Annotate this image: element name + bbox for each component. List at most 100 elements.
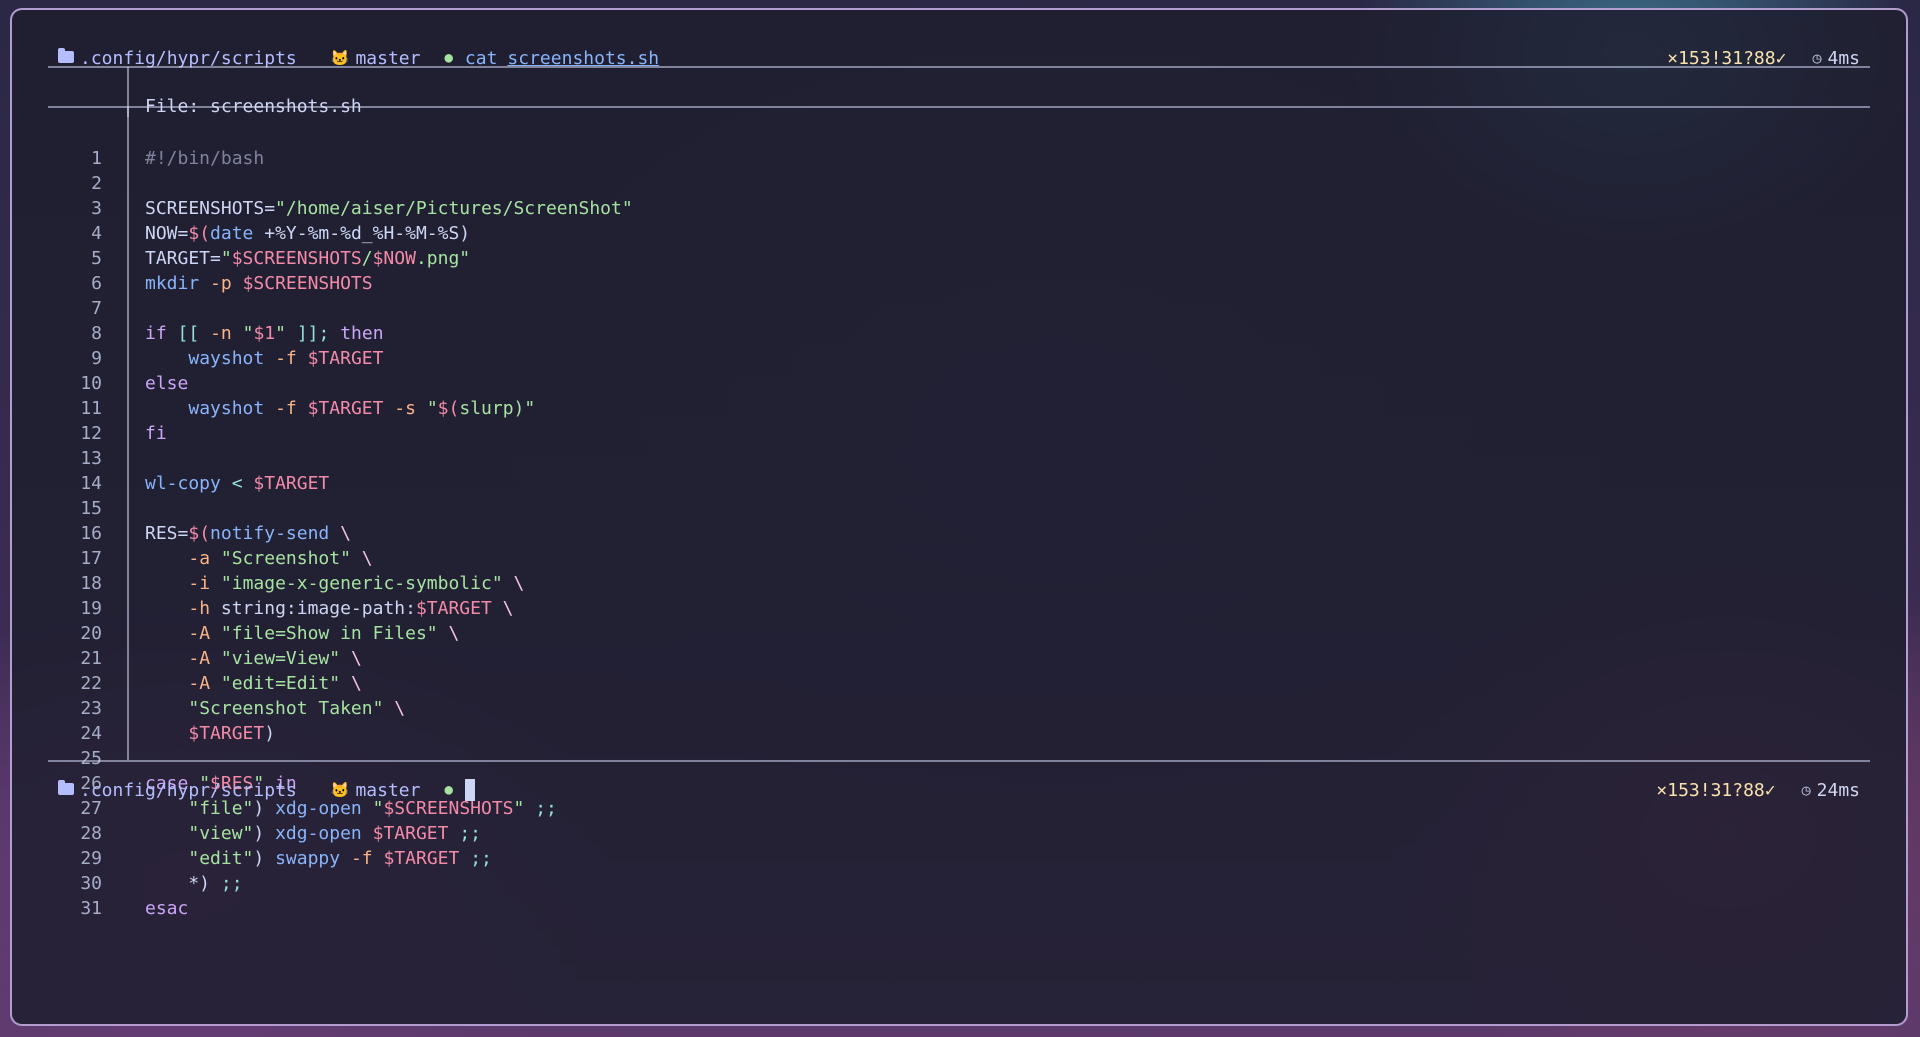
line-number: 24 [80, 723, 102, 744]
line-number: 31 [80, 898, 102, 919]
code-text: wayshot -f $TARGET -s "$(slurp)" [188, 398, 536, 419]
code-line: 9 wayshot -f $TARGET [12, 346, 1906, 371]
code-text: -A "view=View" \ [188, 648, 362, 669]
code-text: #!/bin/bash [145, 148, 265, 169]
code-text: RES=$(notify-send \ [145, 523, 351, 544]
code-text: NOW=$(date +%Y-%m-%d_%H-%M-%S) [145, 223, 471, 244]
code-text: TARGET="$SCREENSHOTS/$NOW.png" [145, 248, 471, 269]
code-text: SCREENSHOTS="/home/aiser/Pictures/Screen… [145, 198, 633, 219]
code-line: 14 wl-copy < $TARGET [12, 471, 1906, 496]
line-number: 11 [80, 398, 102, 419]
shell-prompt-top: .config/hypr/scripts 🐱 master ● cat scre… [58, 43, 1860, 73]
line-number: 10 [80, 373, 102, 394]
code-text: "Screenshot Taken" \ [188, 698, 406, 719]
line-number: 12 [80, 423, 102, 444]
code-line: 13 [12, 446, 1906, 471]
code-text: $TARGET) [188, 723, 276, 744]
line-number: 23 [80, 698, 102, 719]
code-line: 3 SCREENSHOTS="/home/aiser/Pictures/Scree… [12, 196, 1906, 221]
code-text: -A "file=Show in Files" \ [188, 623, 460, 644]
text-cursor[interactable] [464, 779, 475, 801]
code-text: -a "Screenshot" \ [188, 548, 373, 569]
code-line: 1 #!/bin/bash [12, 146, 1906, 171]
code-line: 19 -h string:image-path:$TARGET \ [12, 596, 1906, 621]
code-line: 22 -A "edit=Edit" \ [12, 671, 1906, 696]
code-text: if [[ -n "$1" ]]; then [145, 323, 384, 344]
status-dot-icon: ● [444, 782, 453, 798]
git-status: ×153!31?88✓ [1656, 779, 1776, 801]
code-line: 25 [12, 746, 1906, 771]
line-number: 2 [91, 173, 102, 194]
line-number: 3 [91, 198, 102, 219]
github-icon: 🐱 [330, 781, 350, 799]
shell-prompt-bottom[interactable]: .config/hypr/scripts 🐱 master ● ×153!31?… [58, 775, 1860, 805]
line-number: 28 [80, 823, 102, 844]
code-text: "view") xdg-open $TARGET ;; [188, 823, 482, 844]
code-text: wayshot -f $TARGET [188, 348, 384, 369]
code-line: 2 [12, 171, 1906, 196]
code-line: 30 *) ;; [12, 871, 1906, 896]
line-number: 16 [80, 523, 102, 544]
clock-icon: ◷ [1801, 781, 1811, 799]
code-text: -i "image-x-generic-symbolic" \ [188, 573, 525, 594]
line-number: 29 [80, 848, 102, 869]
code-line: 29 "edit") swappy -f $TARGET ;; [12, 846, 1906, 871]
line-number: 22 [80, 673, 102, 694]
line-number: 20 [80, 623, 102, 644]
code-line: 24 $TARGET) [12, 721, 1906, 746]
folder-icon [58, 780, 74, 795]
duration-segment: ◷ 24ms [1802, 780, 1860, 801]
code-text: -A "edit=Edit" \ [188, 673, 362, 694]
git-branch: master [355, 779, 421, 801]
code-text: fi [145, 423, 167, 444]
code-line: 28 "view") xdg-open $TARGET ;; [12, 821, 1906, 846]
code-text: -h string:image-path:$TARGET \ [188, 598, 514, 619]
code-line: 16 RES=$(notify-send \ [12, 521, 1906, 546]
code-line: 8 if [[ -n "$1" ]]; then [12, 321, 1906, 346]
line-number: 14 [80, 473, 102, 494]
line-number: 1 [91, 148, 102, 169]
code-text: else [145, 373, 189, 394]
line-number: 19 [80, 598, 102, 619]
folder-icon [58, 48, 74, 63]
code-text: esac [145, 898, 189, 919]
code-text: *) ;; [145, 873, 243, 894]
frame-top-rule [48, 66, 1870, 68]
line-number: 30 [80, 873, 102, 894]
line-number: 4 [91, 223, 102, 244]
terminal-window[interactable]: .config/hypr/scripts 🐱 master ● cat scre… [10, 8, 1908, 1026]
code-line: 7 [12, 296, 1906, 321]
code-line: 23 "Screenshot Taken" \ [12, 696, 1906, 721]
code-line: 21 -A "view=View" \ [12, 646, 1906, 671]
line-number: 5 [91, 248, 102, 269]
command-duration: 24ms [1816, 779, 1860, 801]
git-branch-segment: 🐱 master [331, 780, 421, 801]
line-number: 7 [91, 298, 102, 319]
code-line: 20 -A "file=Show in Files" \ [12, 621, 1906, 646]
line-number: 9 [91, 348, 102, 369]
code-line: 15 [12, 496, 1906, 521]
line-number: 6 [91, 273, 102, 294]
code-text: mkdir -p $SCREENSHOTS [145, 273, 373, 294]
code-text: wl-copy < $TARGET [145, 473, 330, 494]
code-line: 31 esac [12, 896, 1906, 921]
cwd-segment: .config/hypr/scripts [58, 780, 297, 801]
code-line: 5 TARGET="$SCREENSHOTS/$NOW.png" [12, 246, 1906, 271]
clock-icon: ◷ [1812, 49, 1822, 67]
code-line: 6 mkdir -p $SCREENSHOTS [12, 271, 1906, 296]
github-icon: 🐱 [330, 49, 350, 67]
line-number: 25 [80, 748, 102, 769]
header-rule [48, 106, 1870, 108]
code-line: 12 fi [12, 421, 1906, 446]
code-line: 10 else [12, 371, 1906, 396]
code-line: 11 wayshot -f $TARGET -s "$(slurp)" [12, 396, 1906, 421]
code-line: 18 -i "image-x-generic-symbolic" \ [12, 571, 1906, 596]
line-number: 21 [80, 648, 102, 669]
status-dot-icon: ● [444, 50, 453, 66]
code-line: 17 -a "Screenshot" \ [12, 546, 1906, 571]
frame-bottom-rule [48, 760, 1870, 762]
line-number: 15 [80, 498, 102, 519]
line-number: 18 [80, 573, 102, 594]
cwd-path: .config/hypr/scripts [80, 779, 297, 801]
code-text: "edit") swappy -f $TARGET ;; [188, 848, 492, 869]
